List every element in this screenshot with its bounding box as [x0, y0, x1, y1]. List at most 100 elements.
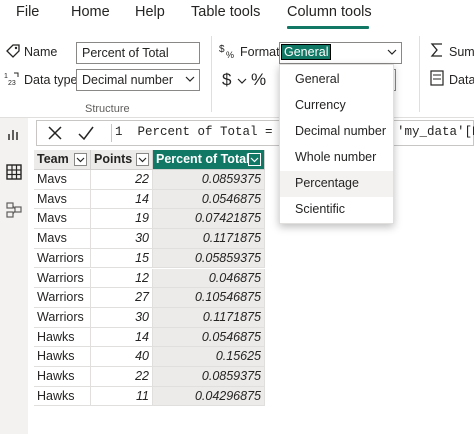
- cell-points[interactable]: 11: [91, 386, 153, 407]
- format-option-currency[interactable]: Currency: [280, 93, 393, 119]
- tab-file[interactable]: File: [16, 4, 39, 20]
- cell-team[interactable]: Warriors: [34, 307, 91, 328]
- table-row: Warriors 15 0.05859375: [34, 248, 265, 269]
- cell-points[interactable]: 40: [91, 347, 153, 367]
- table-view-icon[interactable]: [6, 164, 22, 180]
- cell-points[interactable]: 30: [91, 307, 153, 328]
- table-row: Hawks 11 0.04296875: [34, 386, 265, 407]
- commit-formula-icon[interactable]: [77, 125, 95, 141]
- cell-team[interactable]: Hawks: [34, 327, 91, 348]
- data-category-label: Data: [449, 73, 474, 87]
- cell-percent-of-total[interactable]: 0.0859375: [153, 170, 265, 190]
- column-header-label: Team: [37, 152, 69, 166]
- table-row: Hawks 14 0.0546875: [34, 327, 265, 348]
- structure-section-label: Structure: [85, 103, 130, 115]
- format-option-percentage[interactable]: Percentage: [280, 171, 393, 197]
- ribbon-divider: [419, 36, 420, 112]
- table-row: Warriors 12 0.046875: [34, 268, 265, 289]
- svg-text:1: 1: [4, 73, 8, 80]
- tab-column-tools[interactable]: Column tools: [287, 4, 372, 20]
- formula-line-number: 1: [115, 125, 123, 139]
- table-row: Mavs 30 0.1171875: [34, 229, 265, 249]
- formula-bar-divider: [111, 124, 112, 142]
- table-row: Warriors 27 0.10546875: [34, 288, 265, 308]
- name-label: Name: [24, 45, 58, 59]
- tag-icon: [6, 44, 20, 58]
- tab-home[interactable]: Home: [71, 4, 110, 20]
- cell-team[interactable]: Mavs: [34, 189, 91, 210]
- data-type-label: Data type: [24, 73, 78, 87]
- cell-percent-of-total[interactable]: 0.0546875: [153, 189, 265, 210]
- cell-team[interactable]: Warriors: [34, 268, 91, 289]
- column-header-label: Points: [94, 152, 133, 166]
- cell-team[interactable]: Hawks: [34, 386, 91, 407]
- cell-team[interactable]: Mavs: [34, 170, 91, 190]
- cell-points[interactable]: 14: [91, 189, 153, 210]
- cell-points[interactable]: 15: [91, 248, 153, 269]
- cancel-formula-icon[interactable]: [47, 125, 63, 141]
- tab-table-tools[interactable]: Table tools: [191, 4, 260, 20]
- menu-bar: File Home Help Table tools Column tools: [0, 0, 474, 30]
- cell-percent-of-total[interactable]: 0.07421875: [153, 209, 265, 230]
- cell-percent-of-total[interactable]: 0.04296875: [153, 386, 265, 407]
- filter-icon[interactable]: [136, 153, 149, 166]
- column-header-team[interactable]: Team: [34, 150, 91, 170]
- filter-icon[interactable]: [248, 153, 261, 166]
- format-icon: $ %: [219, 44, 234, 60]
- cell-percent-of-total[interactable]: 0.1171875: [153, 307, 265, 328]
- cell-points[interactable]: 30: [91, 229, 153, 249]
- column-header-points[interactable]: Points: [91, 150, 153, 170]
- cell-percent-of-total[interactable]: 0.0859375: [153, 367, 265, 387]
- cell-points[interactable]: 12: [91, 268, 153, 289]
- format-select-value: General: [280, 44, 332, 60]
- table-row: Mavs 19 0.07421875: [34, 209, 265, 230]
- name-input[interactable]: Percent of Total: [76, 42, 200, 64]
- model-view-icon[interactable]: [6, 202, 22, 218]
- cell-points[interactable]: 22: [91, 367, 153, 387]
- cell-points[interactable]: 27: [91, 288, 153, 308]
- cell-percent-of-total[interactable]: 0.05859375: [153, 248, 265, 269]
- data-category-icon: [430, 70, 444, 86]
- chevron-down-icon: [185, 76, 195, 82]
- tab-help[interactable]: Help: [135, 4, 165, 20]
- data-type-select[interactable]: Decimal number: [76, 69, 200, 91]
- format-dropdown: General Currency Decimal number Whole nu…: [279, 64, 394, 224]
- column-header-label: Percent of Total: [156, 152, 250, 166]
- active-tab-indicator: [287, 26, 369, 29]
- cell-team[interactable]: Hawks: [34, 347, 91, 367]
- data-type-value: Decimal number: [82, 73, 174, 87]
- cell-percent-of-total[interactable]: 0.1171875: [153, 229, 265, 249]
- format-option-decimal-number[interactable]: Decimal number: [280, 119, 393, 145]
- percent-button[interactable]: %: [251, 70, 266, 90]
- summarization-label: Sumr: [449, 45, 474, 59]
- cell-percent-of-total[interactable]: 0.046875: [153, 268, 265, 289]
- table-row: Hawks 22 0.0859375: [34, 367, 265, 387]
- format-option-scientific[interactable]: Scientific: [280, 197, 393, 223]
- ribbon: Name Percent of Total 1 23 Data type Dec…: [0, 30, 474, 118]
- cell-points[interactable]: 19: [91, 209, 153, 230]
- cell-points[interactable]: 14: [91, 327, 153, 348]
- filter-icon[interactable]: [74, 153, 87, 166]
- cell-team[interactable]: Mavs: [34, 229, 91, 249]
- cell-percent-of-total[interactable]: 0.0546875: [153, 327, 265, 348]
- formula-text-right: 'my_data'[Poi: [397, 125, 474, 139]
- cell-team[interactable]: Warriors: [34, 248, 91, 269]
- cell-team[interactable]: Hawks: [34, 367, 91, 387]
- table-row: Mavs 22 0.0859375: [34, 170, 265, 190]
- format-select[interactable]: General: [279, 42, 402, 64]
- format-label: Format: [240, 45, 280, 59]
- cell-team[interactable]: Mavs: [34, 209, 91, 230]
- svg-text:$: $: [219, 44, 225, 55]
- cell-team[interactable]: Warriors: [34, 288, 91, 308]
- cell-percent-of-total[interactable]: 0.10546875: [153, 288, 265, 308]
- chevron-down-icon[interactable]: [237, 77, 247, 85]
- currency-button[interactable]: $: [222, 70, 231, 90]
- sigma-icon: [430, 43, 442, 57]
- cell-points[interactable]: 22: [91, 170, 153, 190]
- cell-percent-of-total[interactable]: 0.15625: [153, 347, 265, 367]
- format-option-whole-number[interactable]: Whole number: [280, 145, 393, 171]
- format-option-general[interactable]: General: [280, 67, 393, 93]
- column-header-percent-of-total[interactable]: Percent of Total: [153, 150, 265, 170]
- report-view-icon[interactable]: [6, 126, 22, 142]
- svg-text:%: %: [226, 50, 234, 60]
